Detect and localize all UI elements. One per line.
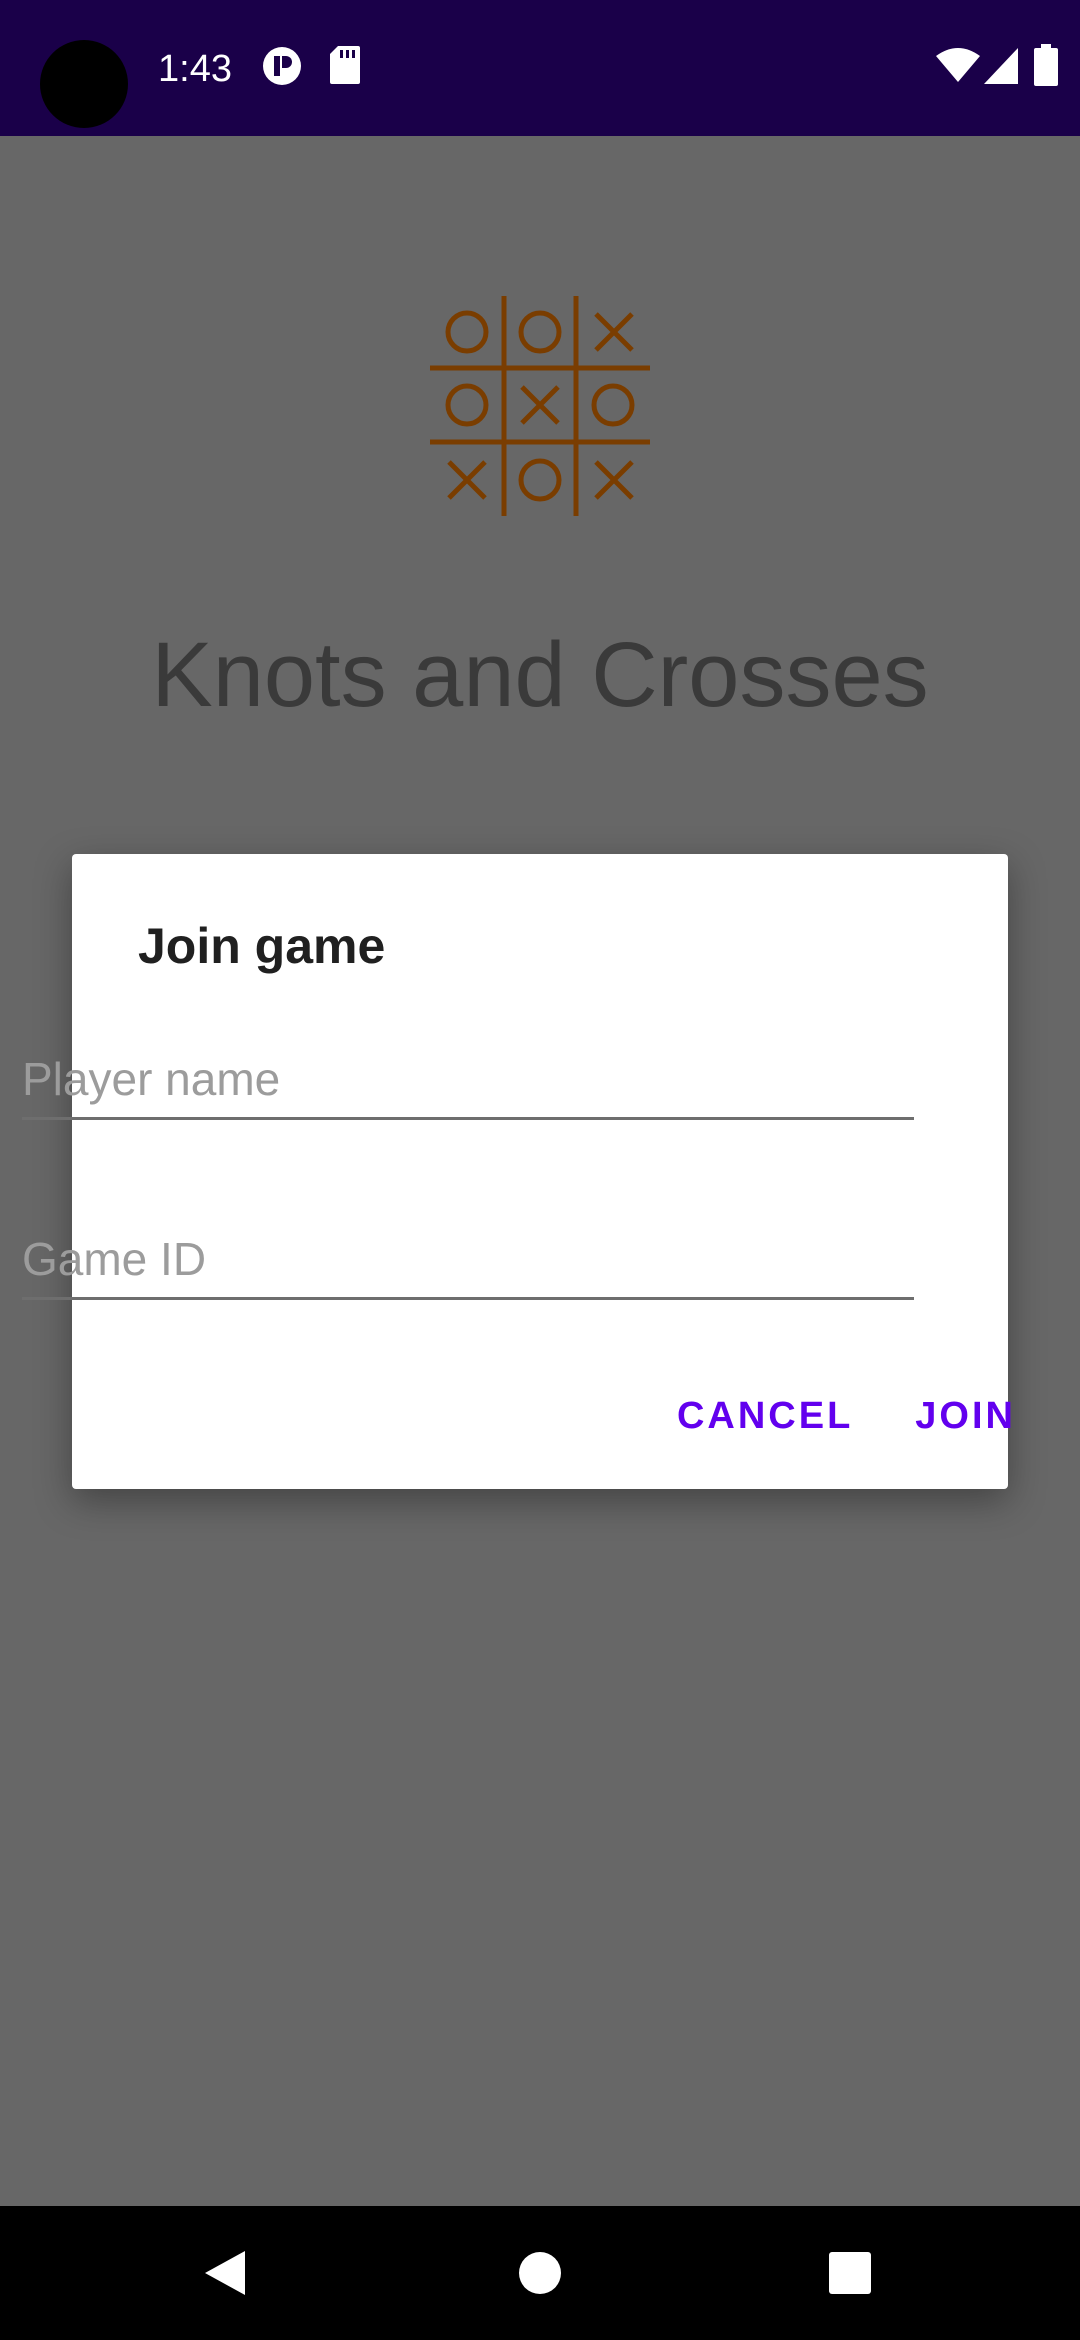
sd-card-icon (330, 46, 360, 89)
home-icon[interactable] (480, 2206, 600, 2340)
battery-icon (1034, 44, 1058, 91)
tic-tac-toe-board-icon (430, 296, 650, 516)
game-id-field[interactable] (22, 1220, 914, 1300)
dialog-title: Join game (138, 918, 386, 974)
player-name-field[interactable] (22, 1040, 914, 1120)
player-name-input[interactable] (22, 1040, 914, 1117)
game-id-input[interactable] (22, 1220, 914, 1297)
cell-signal-icon (984, 48, 1018, 89)
back-icon[interactable] (165, 2206, 285, 2340)
wifi-icon (936, 48, 980, 89)
status-bar: 1:43 (0, 0, 1080, 136)
notification-app-icon (262, 46, 302, 91)
cancel-button[interactable]: CANCEL (661, 1383, 869, 1450)
recents-icon[interactable] (790, 2206, 910, 2340)
dialog-actions: CANCEL JOIN (631, 1378, 1032, 1454)
join-button[interactable]: JOIN (899, 1383, 1032, 1450)
navigation-bar (0, 2206, 1080, 2340)
camera-cutout (40, 40, 128, 128)
app-title: Knots and Crosses (151, 624, 929, 726)
status-time: 1:43 (158, 48, 232, 90)
